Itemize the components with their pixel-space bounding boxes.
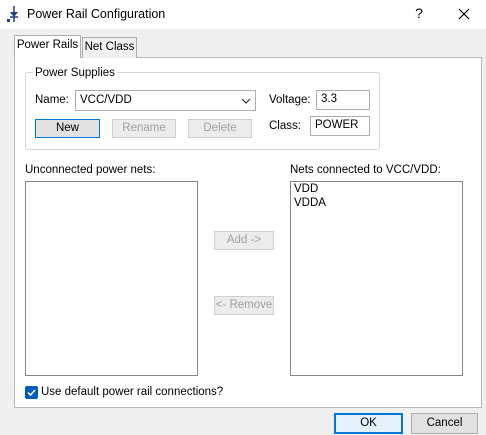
close-icon[interactable] bbox=[453, 5, 475, 23]
use-default-checkbox[interactable] bbox=[25, 386, 38, 399]
use-default-label: Use default power rail connections? bbox=[41, 386, 224, 398]
window-title: Power Rail Configuration bbox=[27, 7, 166, 21]
tab-net-class[interactable]: Net Class bbox=[82, 37, 137, 58]
name-label: Name: bbox=[35, 94, 69, 106]
ok-button[interactable]: OK bbox=[334, 413, 403, 434]
name-dropdown[interactable]: VCC/VDD bbox=[75, 90, 256, 111]
name-dropdown-value: VCC/VDD bbox=[80, 94, 132, 106]
add-button[interactable]: Add -> bbox=[214, 231, 274, 250]
connected-nets-label: Nets connected to VCC/VDD: bbox=[290, 164, 441, 176]
chevron-down-icon bbox=[241, 98, 251, 104]
title-bar: Power Rail Configuration ? bbox=[0, 0, 486, 29]
connected-nets-list[interactable]: VDD VDDA bbox=[290, 181, 463, 376]
rename-button[interactable]: Rename bbox=[112, 119, 176, 138]
class-field[interactable]: POWER bbox=[310, 116, 370, 136]
help-button[interactable]: ? bbox=[411, 5, 427, 23]
cancel-button[interactable]: Cancel bbox=[411, 413, 478, 434]
power-supplies-group bbox=[25, 72, 380, 150]
list-item[interactable]: VDD bbox=[294, 183, 318, 195]
delete-button[interactable]: Delete bbox=[188, 119, 252, 138]
check-icon bbox=[27, 389, 36, 397]
voltage-label: Voltage: bbox=[269, 94, 311, 106]
new-button[interactable]: New bbox=[35, 119, 100, 138]
unconnected-nets-label: Unconnected power nets: bbox=[25, 164, 156, 176]
power-supplies-title: Power Supplies bbox=[33, 67, 117, 79]
class-label: Class: bbox=[269, 120, 301, 132]
unconnected-nets-list[interactable] bbox=[25, 181, 198, 376]
list-item[interactable]: VDDA bbox=[294, 197, 326, 209]
voltage-field[interactable]: 3.3 bbox=[316, 90, 370, 110]
remove-button[interactable]: <- Remove bbox=[214, 296, 274, 315]
app-icon bbox=[7, 6, 18, 22]
tab-power-rails[interactable]: Power Rails bbox=[14, 35, 81, 58]
